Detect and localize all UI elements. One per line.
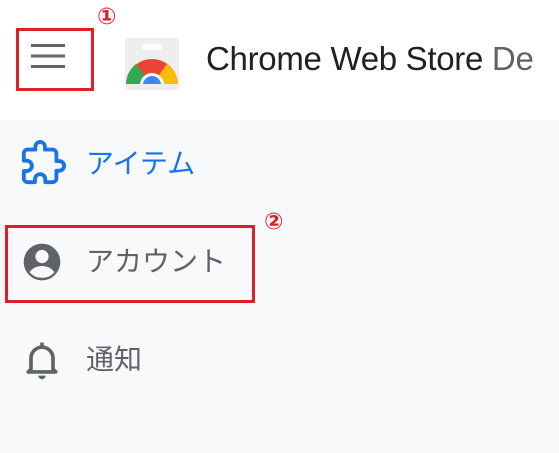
annotation-box-2 [5,225,255,303]
nav-item-notifications[interactable]: 通知 [0,330,559,390]
app-title: Chrome Web Store De [206,40,534,78]
annotation-number-2: ② [264,209,284,235]
nav-item-items[interactable]: アイテム [0,134,559,194]
bell-icon [26,342,58,380]
nav-item-notifications-label: 通知 [86,343,143,376]
nav-item-items-label: アイテム [86,147,196,180]
app-title-text: Chrome Web Store [206,40,484,77]
annotation-number-1: ① [97,4,117,30]
puzzle-piece-icon [21,140,66,185]
chrome-web-store-logo[interactable] [122,38,182,96]
app-title-suffix: De [491,40,534,77]
annotation-box-1 [16,28,94,91]
